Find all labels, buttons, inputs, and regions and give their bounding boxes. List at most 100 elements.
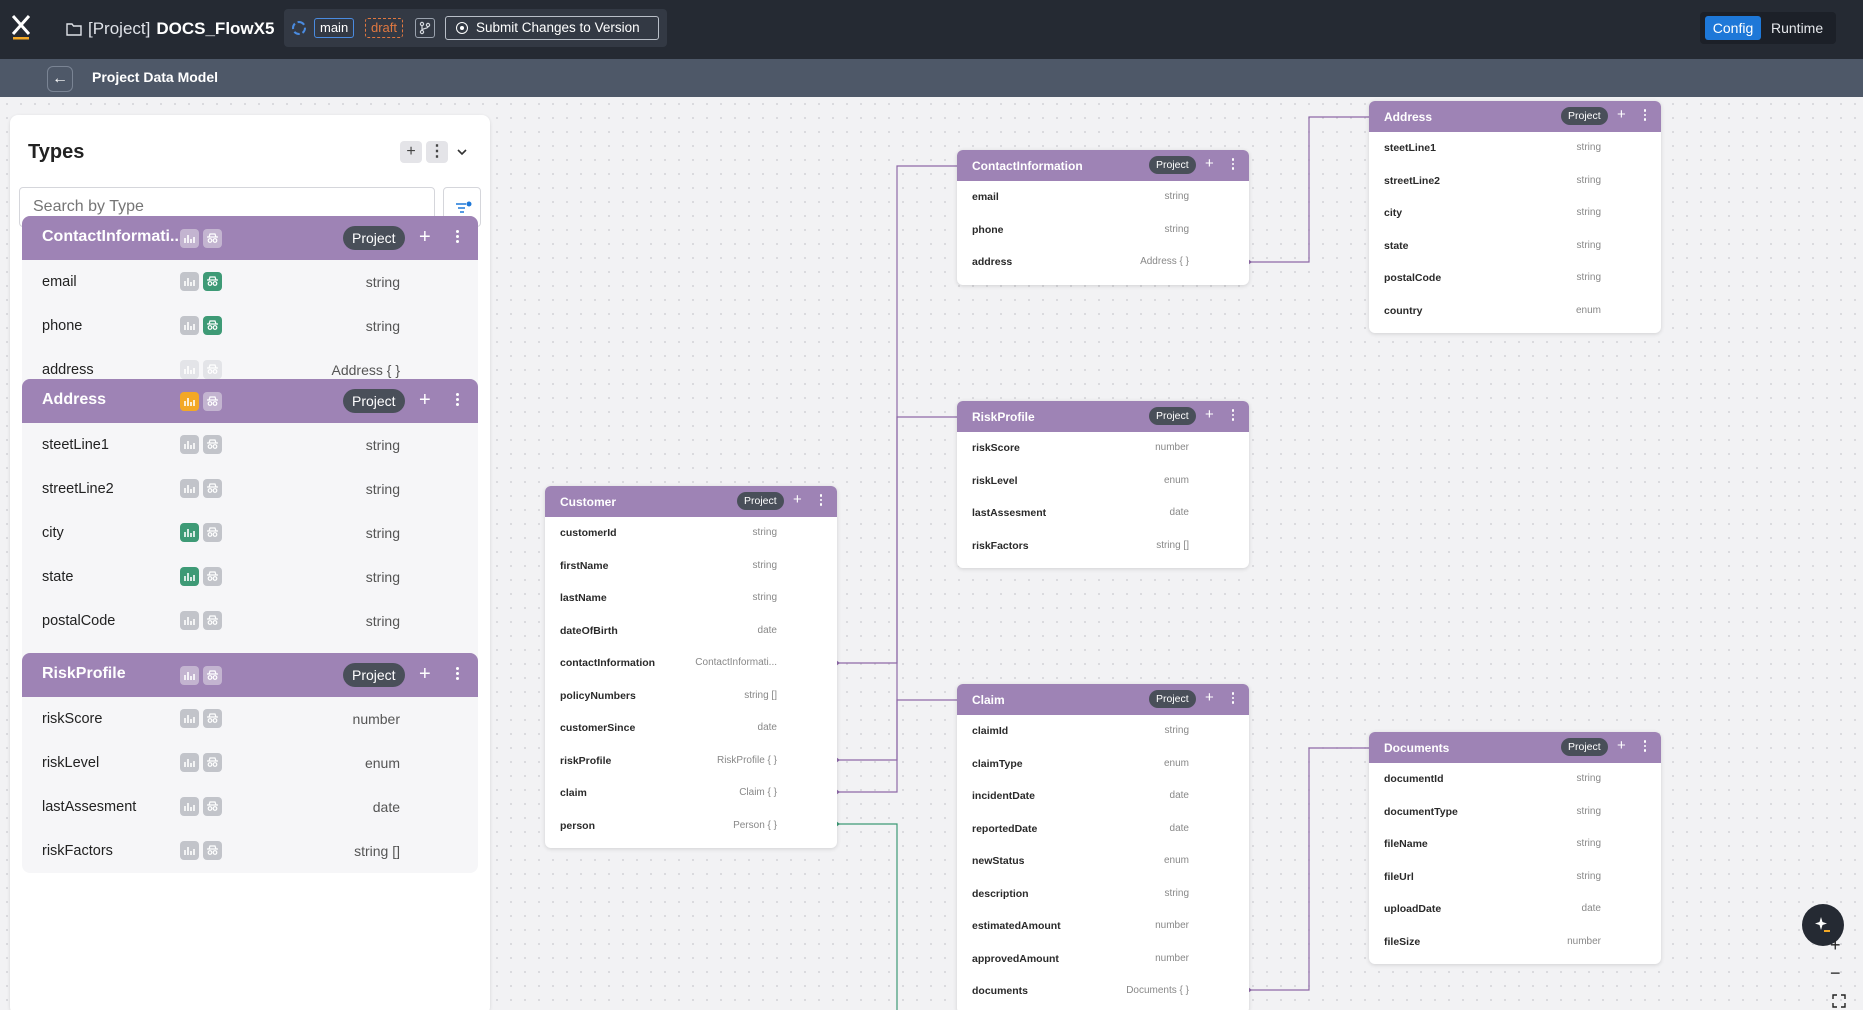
node-risk-profile[interactable]: RiskProfile Project + riskScore number riskLe…: [957, 401, 1249, 568]
node-field-row[interactable]: documentId string: [1369, 763, 1661, 796]
incognito-icon[interactable]: [203, 567, 222, 586]
incognito-icon[interactable]: [203, 753, 222, 772]
type-field-row[interactable]: lastAssesment date: [22, 785, 478, 829]
chart-icon[interactable]: [180, 316, 199, 335]
add-field-button[interactable]: +: [793, 491, 802, 509]
type-card-header[interactable]: ContactInformati... Project +: [22, 216, 478, 260]
node-field-row[interactable]: policyNumbers string []: [545, 680, 837, 713]
add-field-button[interactable]: +: [419, 389, 431, 411]
incognito-icon[interactable]: [203, 709, 222, 728]
node-field-row[interactable]: country enum: [1369, 295, 1661, 328]
chart-icon[interactable]: [180, 229, 199, 248]
incognito-icon[interactable]: [203, 479, 222, 498]
node-field-row[interactable]: lastName string: [545, 582, 837, 615]
node-field-row[interactable]: state string: [1369, 230, 1661, 263]
node-field-row[interactable]: claimId string: [957, 715, 1249, 748]
incognito-icon[interactable]: [203, 666, 222, 685]
node-field-row[interactable]: incidentDate date: [957, 780, 1249, 813]
type-field-row[interactable]: riskFactors string []: [22, 829, 478, 873]
node-field-row[interactable]: fileUrl string: [1369, 861, 1661, 894]
more-vertical-icon[interactable]: [1639, 107, 1651, 125]
more-vertical-icon[interactable]: [1227, 690, 1239, 708]
type-field-row[interactable]: riskLevel enum: [22, 741, 478, 785]
chart-icon[interactable]: [180, 611, 199, 630]
add-field-button[interactable]: +: [419, 226, 431, 248]
node-field-row[interactable]: postalCode string: [1369, 262, 1661, 295]
type-card-header[interactable]: RiskProfile Project +: [22, 653, 478, 697]
node-field-row[interactable]: dateOfBirth date: [545, 615, 837, 648]
zoom-in-button[interactable]: +: [1830, 936, 1841, 954]
node-header[interactable]: Customer Project +: [545, 486, 837, 517]
more-vertical-icon[interactable]: [447, 390, 467, 412]
add-field-button[interactable]: +: [1205, 155, 1214, 173]
incognito-icon[interactable]: [203, 272, 222, 291]
node-header[interactable]: RiskProfile Project +: [957, 401, 1249, 432]
type-field-row[interactable]: postalCode string: [22, 599, 478, 643]
node-field-row[interactable]: estimatedAmount number: [957, 910, 1249, 943]
chevron-down-icon[interactable]: [456, 147, 468, 157]
more-vertical-icon[interactable]: [1639, 738, 1651, 756]
chart-icon[interactable]: [180, 567, 199, 586]
type-field-row[interactable]: email string: [22, 260, 478, 304]
node-field-row[interactable]: contactInformation ContactInformati...: [545, 647, 837, 680]
chart-icon[interactable]: [180, 841, 199, 860]
chart-icon[interactable]: [180, 435, 199, 454]
node-field-row[interactable]: address Address { }: [957, 246, 1249, 279]
node-field-row[interactable]: approvedAmount number: [957, 943, 1249, 976]
add-type-button[interactable]: +: [400, 141, 422, 163]
node-header[interactable]: Claim Project +: [957, 684, 1249, 715]
node-claim[interactable]: Claim Project + claimId string claimType enum i…: [957, 684, 1249, 1010]
node-customer[interactable]: Customer Project + customerId string firstNam…: [545, 486, 837, 848]
add-field-button[interactable]: +: [1205, 689, 1214, 707]
incognito-icon[interactable]: [203, 435, 222, 454]
node-field-row[interactable]: fileName string: [1369, 828, 1661, 861]
node-contact-information[interactable]: ContactInformation Project + email string pho…: [957, 150, 1249, 285]
more-vertical-icon[interactable]: [815, 492, 827, 510]
chart-icon[interactable]: [180, 523, 199, 542]
add-field-button[interactable]: +: [1617, 106, 1626, 124]
type-field-row[interactable]: state string: [22, 555, 478, 599]
node-header[interactable]: Address Project +: [1369, 101, 1661, 132]
node-field-row[interactable]: firstName string: [545, 550, 837, 583]
type-card[interactable]: ContactInformati... Project + email string ph…: [22, 216, 478, 392]
incognito-icon[interactable]: [203, 611, 222, 630]
incognito-icon[interactable]: [203, 392, 222, 411]
node-header[interactable]: Documents Project +: [1369, 732, 1661, 763]
more-vertical-icon[interactable]: [1227, 156, 1239, 174]
more-vertical-icon[interactable]: [447, 664, 467, 686]
type-field-row[interactable]: city string: [22, 511, 478, 555]
node-field-row[interactable]: uploadDate date: [1369, 893, 1661, 926]
chart-icon[interactable]: [180, 479, 199, 498]
node-field-row[interactable]: documentType string: [1369, 796, 1661, 829]
type-field-row[interactable]: riskScore number: [22, 697, 478, 741]
node-field-row[interactable]: steetLine1 string: [1369, 132, 1661, 165]
chart-icon[interactable]: [180, 797, 199, 816]
incognito-icon[interactable]: [203, 360, 222, 379]
types-more-button[interactable]: ⋮: [426, 141, 448, 163]
chart-icon[interactable]: [180, 666, 199, 685]
chart-icon[interactable]: [180, 709, 199, 728]
chart-icon[interactable]: [180, 272, 199, 291]
more-vertical-icon[interactable]: [1227, 407, 1239, 425]
add-field-button[interactable]: +: [1617, 737, 1626, 755]
node-field-row[interactable]: fileSize number: [1369, 926, 1661, 959]
incognito-icon[interactable]: [203, 841, 222, 860]
node-field-row[interactable]: newStatus enum: [957, 845, 1249, 878]
node-field-row[interactable]: streetLine2 string: [1369, 165, 1661, 198]
node-field-row[interactable]: documents Documents { }: [957, 975, 1249, 1008]
fit-view-icon[interactable]: [1832, 994, 1846, 1008]
node-field-row[interactable]: email string: [957, 181, 1249, 214]
type-field-row[interactable]: steetLine1 string: [22, 423, 478, 467]
node-field-row[interactable]: reportedDate date: [957, 813, 1249, 846]
node-field-row[interactable]: riskFactors string []: [957, 530, 1249, 563]
incognito-icon[interactable]: [203, 229, 222, 248]
chart-icon[interactable]: [180, 360, 199, 379]
type-field-row[interactable]: phone string: [22, 304, 478, 348]
add-field-button[interactable]: +: [1205, 406, 1214, 424]
node-field-row[interactable]: lastAssesment date: [957, 497, 1249, 530]
incognito-icon[interactable]: [203, 523, 222, 542]
node-field-row[interactable]: riskProfile RiskProfile { }: [545, 745, 837, 778]
add-field-button[interactable]: +: [419, 663, 431, 685]
type-card-header[interactable]: Address Project +: [22, 379, 478, 423]
node-field-row[interactable]: customerId string: [545, 517, 837, 550]
